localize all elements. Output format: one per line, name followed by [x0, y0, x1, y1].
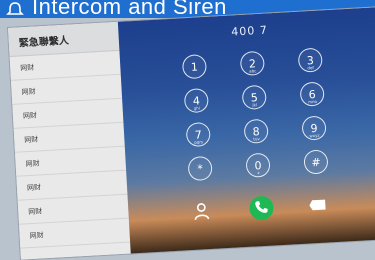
key-1[interactable]: 1 [181, 54, 208, 80]
keypad: 1 2 abc 3 def 4 ghi 5 jkl 6 mno 7 pqrs 8… [118, 7, 375, 253]
intercom-device: 緊急聯繫人 网财 网财 网财 网财 网财 网财 网财 网财 400 7 1 2 … [8, 7, 375, 260]
key-letters: mno [307, 98, 318, 105]
key-digit: # [310, 155, 321, 169]
key-8[interactable]: 8 tuv [243, 118, 269, 144]
bell-icon [4, 0, 26, 18]
key-letters: ghi [193, 105, 200, 111]
contacts-panel: 緊急聯繫人 网财 网财 网财 网财 网财 网财 网财 网财 [8, 21, 132, 260]
key-letters: def [307, 64, 315, 71]
key-7[interactable]: 7 pqrs [185, 121, 211, 148]
key-letters: + [256, 170, 261, 176]
key-digit: * [197, 161, 204, 176]
key-letters: abc [249, 68, 257, 74]
key-5[interactable]: 5 jkl [241, 84, 267, 111]
phone-icon [254, 198, 269, 218]
dialer-screen: 400 7 1 2 abc 3 def 4 ghi 5 jkl 6 mno 7 … [117, 7, 375, 254]
key-9[interactable]: 9 wxyz [301, 115, 327, 141]
contact-item[interactable]: 网财 [18, 218, 131, 249]
key-2[interactable]: 2 abc [239, 50, 266, 77]
key-letters: pqrs [194, 139, 204, 145]
key-0[interactable]: 0 + [245, 152, 271, 178]
key-letters: jkl [252, 102, 258, 108]
person-icon[interactable] [190, 200, 213, 223]
key-letters: tuv [253, 136, 260, 142]
key-4[interactable]: 4 ghi [183, 87, 209, 114]
key-6[interactable]: 6 mno [299, 81, 325, 107]
tag-icon[interactable] [306, 195, 329, 214]
key-3[interactable]: 3 def [297, 47, 323, 73]
key-star[interactable]: * [187, 155, 213, 182]
key-digit: 1 [190, 59, 199, 74]
key-hash[interactable]: # [303, 149, 329, 175]
key-letters: wxyz [309, 132, 320, 139]
